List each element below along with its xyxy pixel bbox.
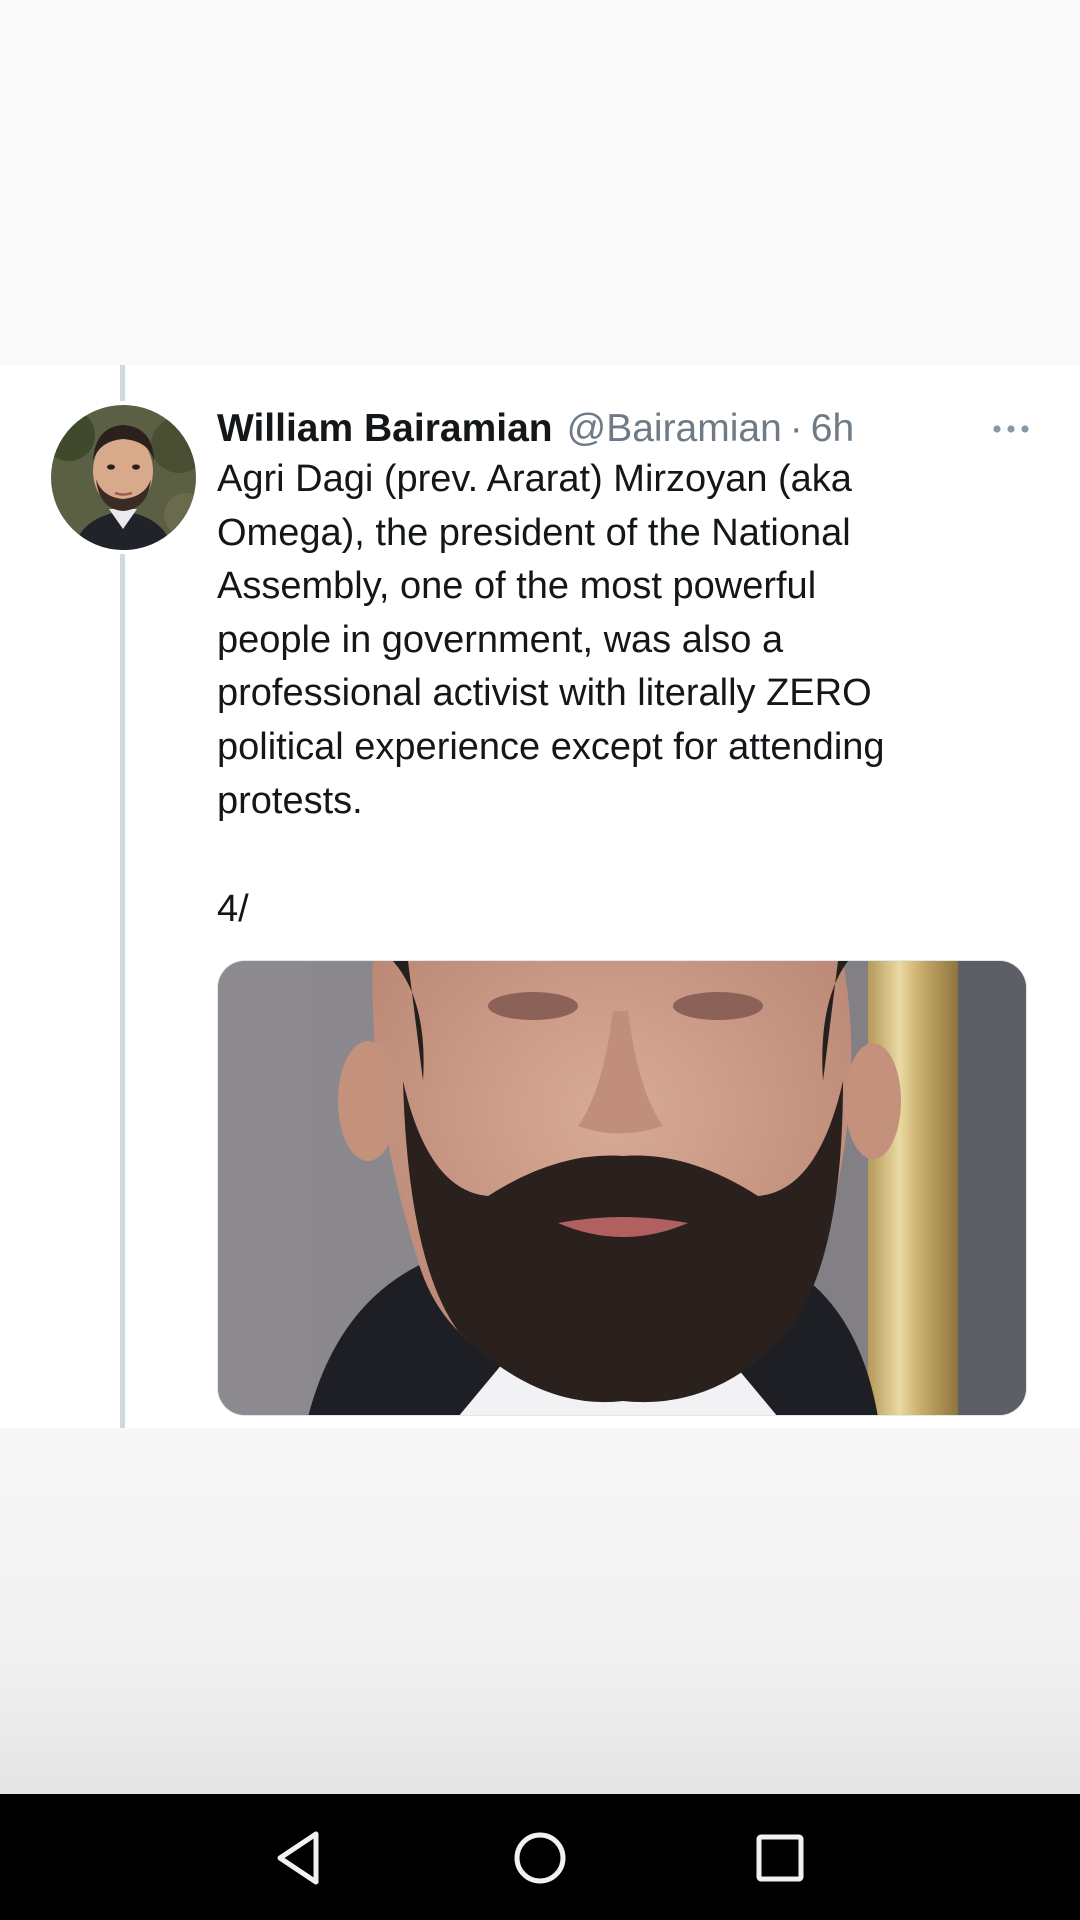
- screen-bottom-background: [0, 1428, 1080, 1794]
- tweet-text: Agri Dagi (prev. Ararat) Mirzoyan (aka O…: [217, 458, 885, 822]
- timestamp[interactable]: 6h: [811, 407, 854, 451]
- media-photo: [218, 961, 1026, 1415]
- screen-top-background: [0, 0, 1080, 365]
- back-triangle-icon[interactable]: [264, 1822, 336, 1894]
- avatar-portrait: [51, 405, 196, 550]
- display-name[interactable]: William Bairamian: [217, 407, 553, 451]
- tweet-media-image[interactable]: [217, 960, 1027, 1416]
- more-options-icon[interactable]: [985, 403, 1037, 455]
- recent-apps-square-icon[interactable]: [744, 1822, 816, 1894]
- tweet-card[interactable]: William Bairamian @Bairamian · 6h Agri D…: [0, 365, 1080, 1428]
- tweet-header: William Bairamian @Bairamian · 6h: [217, 399, 1037, 459]
- android-navigation-bar: [0, 1794, 1080, 1920]
- thread-counter: 4/: [217, 888, 249, 930]
- avatar[interactable]: [51, 405, 196, 550]
- home-circle-icon[interactable]: [504, 1822, 576, 1894]
- user-handle[interactable]: @Bairamian: [567, 407, 782, 451]
- separator-dot: ·: [789, 407, 803, 450]
